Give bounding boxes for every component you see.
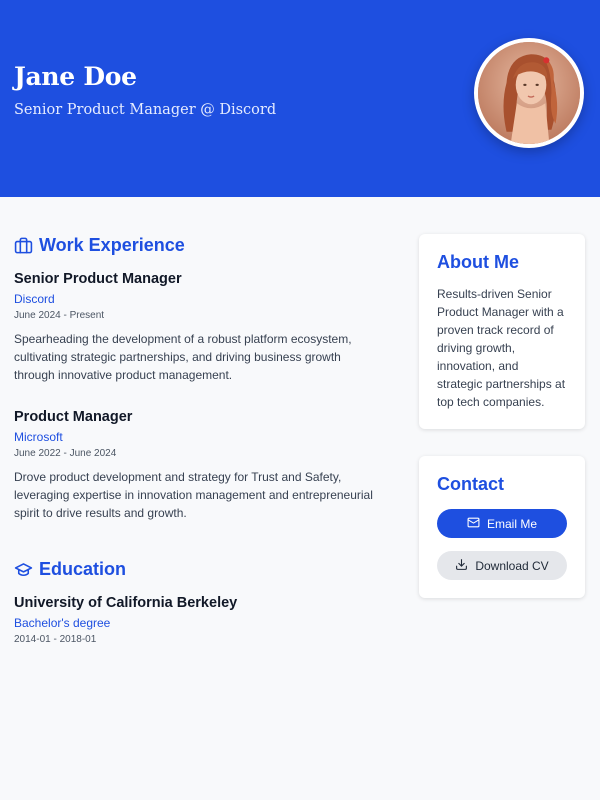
school-name: University of California Berkeley [14, 595, 238, 611]
job-description: Spearheading the development of a robust… [14, 332, 352, 382]
work-experience-heading: Work Experience [14, 235, 185, 256]
download-cv-label: Download CV [475, 558, 549, 573]
work-experience-title: Work Experience [39, 235, 185, 255]
job-title: Senior Product Manager [14, 271, 182, 287]
download-icon [455, 558, 468, 574]
contact-card: Contact Email Me Download CV [419, 456, 585, 598]
email-me-label: Email Me [486, 516, 537, 531]
job-company: Microsoft [14, 430, 63, 444]
education-entry: University of California Berkeley Bachel… [14, 595, 384, 645]
job-entry: Senior Product Manager Discord June 2024… [14, 271, 384, 384]
profile-name: Jane Doe [14, 62, 137, 91]
job-dates: June 2022 - June 2024 [14, 448, 117, 459]
job-dates: June 2024 - Present [14, 310, 105, 321]
avatar [474, 38, 584, 148]
education-title: Education [39, 559, 127, 579]
job-title: Product Manager [14, 409, 133, 425]
job-entry: Product Manager Microsoft June 2022 - Ju… [14, 409, 384, 522]
graduation-cap-icon [14, 560, 33, 579]
degree: Bachelor's degree [14, 616, 111, 630]
education-heading: Education [14, 559, 126, 580]
download-cv-button[interactable]: Download CV [437, 551, 567, 580]
contact-title: Contact [437, 474, 504, 494]
mail-icon [467, 516, 480, 532]
about-text: Results-driven Senior Product Manager wi… [437, 287, 566, 409]
about-card: About Me Results-driven Senior Product M… [419, 234, 585, 429]
briefcase-icon [14, 236, 33, 255]
profile-header: Jane Doe Senior Product Manager @ Discor… [0, 0, 600, 197]
profile-tagline: Senior Product Manager @ Discord [14, 102, 277, 118]
email-me-button[interactable]: Email Me [437, 509, 567, 538]
education-dates: 2014-01 - 2018-01 [14, 634, 97, 645]
job-company: Discord [14, 292, 55, 306]
job-description: Drove product development and strategy f… [14, 470, 373, 520]
about-title: About Me [437, 252, 519, 272]
